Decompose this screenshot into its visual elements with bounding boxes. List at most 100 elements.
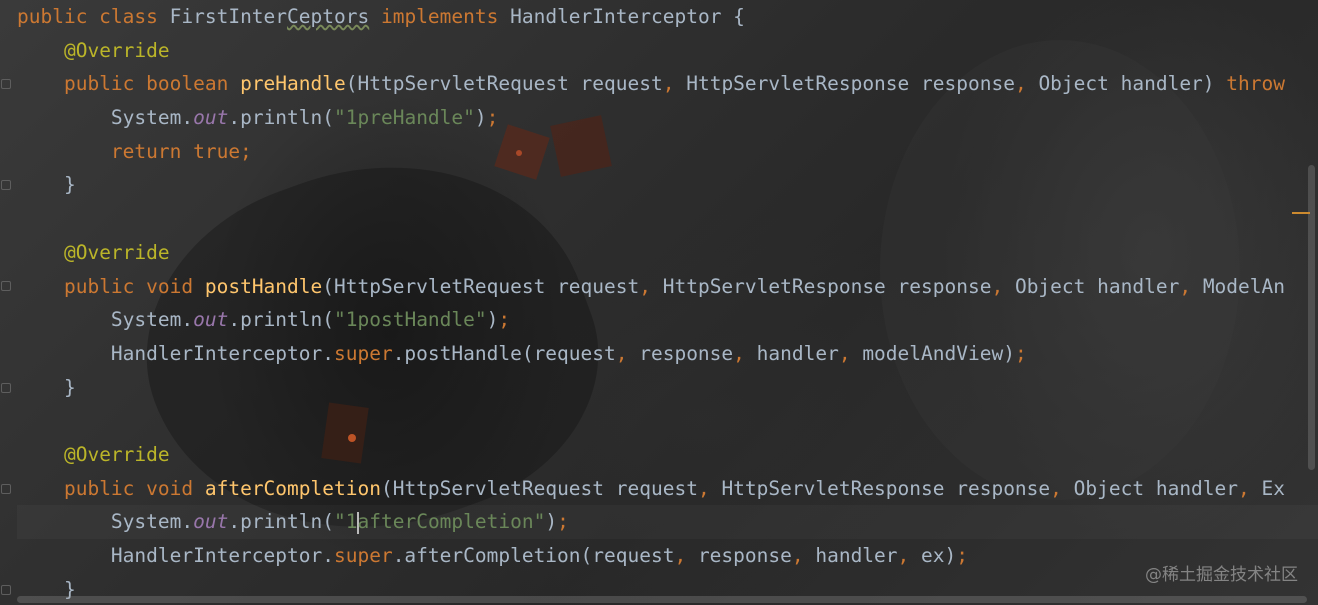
code-token: ; bbox=[956, 544, 968, 567]
code-line[interactable] bbox=[17, 404, 1318, 438]
code-editor[interactable]: public class FirstInterCeptors implement… bbox=[0, 0, 1318, 605]
code-token: @Override bbox=[63, 442, 170, 466]
code-token: .println( bbox=[228, 308, 335, 332]
code-token: .println( bbox=[228, 106, 335, 130]
code-line[interactable]: @Override bbox=[17, 34, 1318, 68]
code-token: , bbox=[838, 341, 863, 365]
code-line[interactable]: } bbox=[17, 168, 1318, 202]
code-token: Ceptors bbox=[287, 5, 370, 28]
fold-toggle-icon[interactable] bbox=[1, 584, 11, 595]
code-token: .postHandle(request bbox=[392, 341, 616, 365]
code-token: postHandle bbox=[204, 274, 323, 298]
code-token: ex) bbox=[921, 544, 957, 567]
code-token: , bbox=[662, 72, 687, 96]
code-token: (HttpServletRequest request bbox=[322, 274, 640, 298]
code-line[interactable]: HandlerInterceptor.super.postHandle(requ… bbox=[17, 337, 1318, 371]
code-token: HttpServletResponse response bbox=[686, 72, 1015, 96]
code-line[interactable]: System.out.println("1afterCompletion"); bbox=[17, 505, 1318, 539]
code-line[interactable]: @Override bbox=[17, 236, 1318, 270]
code-line[interactable]: public void postHandle(HttpServletReques… bbox=[17, 270, 1318, 304]
code-token: afterCompletion bbox=[204, 476, 381, 500]
code-token: Object handler) bbox=[1038, 72, 1227, 96]
code-token: @Override bbox=[63, 38, 170, 62]
code-token: HttpServletResponse response bbox=[721, 476, 1051, 500]
code-token: System. bbox=[17, 308, 194, 332]
warning-marker[interactable] bbox=[1292, 212, 1310, 214]
watermark: @稀土掘金技术社区 bbox=[1145, 565, 1298, 585]
code-token: "1 bbox=[334, 510, 358, 534]
code-token: HandlerInterceptor. bbox=[17, 544, 334, 567]
code-line[interactable]: public boolean preHandle(HttpServletRequ… bbox=[17, 67, 1318, 101]
code-line[interactable]: return true; bbox=[17, 135, 1318, 169]
code-token: Ex bbox=[1261, 476, 1285, 500]
code-token: implements bbox=[380, 5, 511, 28]
code-token: super bbox=[333, 341, 393, 365]
code-token: ; bbox=[1014, 341, 1027, 365]
code-token: @Override bbox=[63, 240, 170, 264]
code-token: .afterCompletion(request bbox=[392, 544, 675, 567]
code-token: ModelAn bbox=[1202, 274, 1285, 298]
code-area[interactable]: public class FirstInterCeptors implement… bbox=[17, 0, 1318, 605]
code-token: System. bbox=[17, 106, 194, 130]
editor-gutter bbox=[0, 0, 16, 605]
code-token: System. bbox=[17, 510, 194, 534]
code-token: , bbox=[733, 341, 757, 365]
code-token: , bbox=[1238, 476, 1262, 500]
code-token: ; bbox=[498, 308, 511, 332]
fold-toggle-icon[interactable] bbox=[1, 180, 11, 191]
code-line[interactable]: HandlerInterceptor.super.afterCompletion… bbox=[17, 539, 1318, 573]
code-token: public void bbox=[63, 274, 205, 298]
code-token: "1preHandle" bbox=[334, 106, 475, 130]
code-line[interactable]: } bbox=[17, 371, 1318, 405]
horizontal-scrollbar[interactable] bbox=[17, 594, 1307, 604]
code-token: out bbox=[193, 308, 229, 332]
code-token: throw bbox=[1226, 72, 1285, 96]
code-token: ) bbox=[474, 106, 487, 130]
code-token: } bbox=[17, 375, 76, 399]
code-line[interactable]: public void afterCompletion(HttpServletR… bbox=[17, 472, 1318, 506]
code-token: , bbox=[1050, 476, 1074, 500]
code-token: ; bbox=[557, 510, 569, 534]
code-token: out bbox=[193, 510, 229, 534]
code-token: FirstInter bbox=[169, 5, 288, 28]
code-token: return true; bbox=[110, 139, 252, 163]
code-token: "1postHandle" bbox=[334, 308, 487, 332]
code-line[interactable]: public class FirstInterCeptors implement… bbox=[17, 0, 1318, 34]
code-token: ; bbox=[486, 106, 499, 130]
code-token: handler bbox=[756, 341, 839, 365]
code-token: ) bbox=[486, 308, 499, 332]
vertical-scrollbar[interactable] bbox=[1292, 0, 1318, 605]
code-token: , bbox=[615, 341, 640, 365]
code-token: public boolean bbox=[63, 72, 241, 96]
code-line[interactable]: System.out.println("1postHandle"); bbox=[17, 303, 1318, 337]
code-token: ) bbox=[545, 510, 558, 534]
code-token: public void bbox=[63, 476, 205, 500]
code-token: , bbox=[639, 274, 663, 298]
fold-toggle-icon[interactable] bbox=[1, 483, 11, 494]
vertical-scroll-thumb[interactable] bbox=[1308, 165, 1315, 470]
code-token: , bbox=[991, 274, 1015, 298]
code-line[interactable]: @Override bbox=[17, 438, 1318, 472]
code-token: HandlerInterceptor. bbox=[17, 341, 334, 365]
code-token: handler bbox=[815, 544, 898, 567]
code-token: , bbox=[697, 476, 722, 500]
fold-toggle-icon[interactable] bbox=[1, 382, 11, 393]
fold-toggle-icon[interactable] bbox=[1, 79, 11, 90]
code-token: } bbox=[17, 173, 76, 197]
code-token: out bbox=[193, 106, 229, 130]
code-token: afterCompletion" bbox=[357, 510, 546, 534]
code-line[interactable] bbox=[17, 202, 1318, 236]
code-token: Object handler bbox=[1073, 476, 1239, 500]
code-line[interactable]: System.out.println("1preHandle"); bbox=[17, 101, 1318, 135]
code-token: HandlerInterceptor { bbox=[510, 5, 745, 28]
fold-toggle-icon[interactable] bbox=[1, 281, 11, 292]
code-token: super bbox=[333, 544, 393, 567]
horizontal-scroll-thumb[interactable] bbox=[17, 596, 1307, 603]
code-token: (HttpServletRequest request bbox=[345, 72, 663, 96]
code-token: , bbox=[1014, 72, 1039, 96]
